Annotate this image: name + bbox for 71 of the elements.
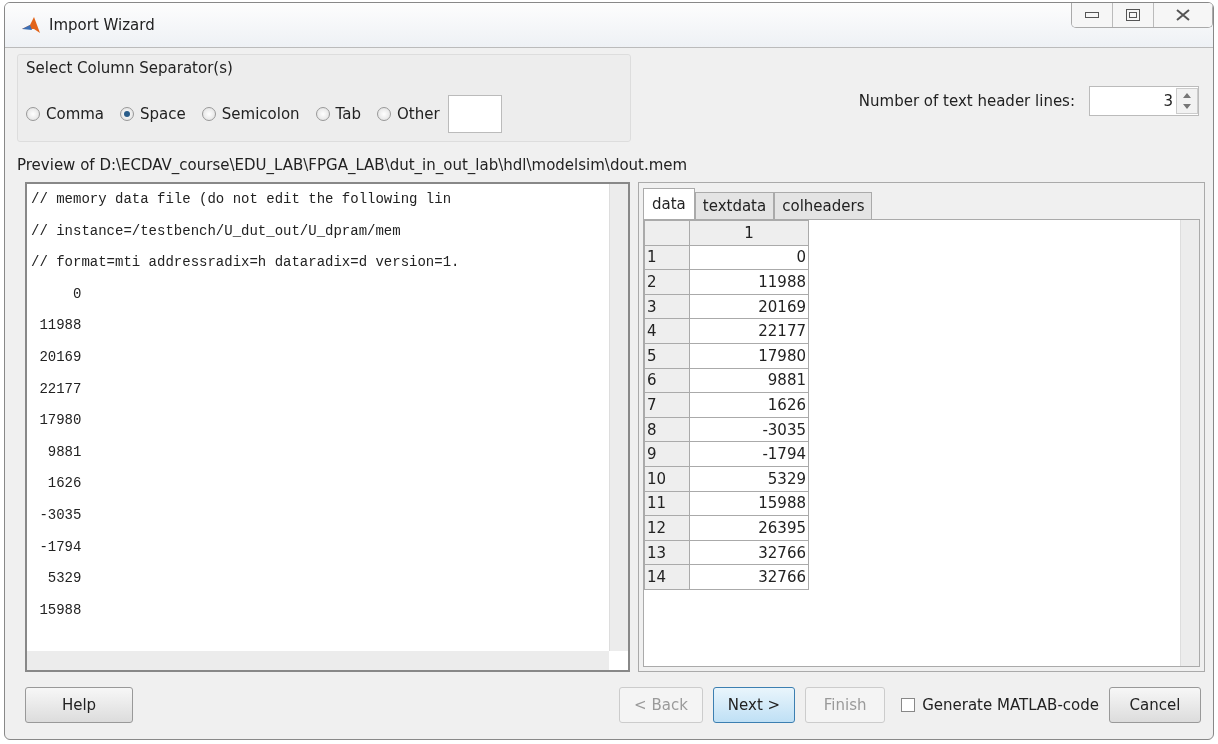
table-cell: 1626 bbox=[689, 392, 809, 418]
preview-line: // instance=/testbench/U_dut_out/U_dpram/mem bbox=[31, 221, 402, 241]
separator-radio[interactable]: Space bbox=[120, 105, 186, 123]
header-lines-label: Number of text header lines: bbox=[858, 92, 1075, 110]
preview-line: // memory data file (do not edit the following lin bbox=[31, 190, 453, 209]
preview-line: 15988 bbox=[38, 600, 83, 620]
row-header: 1 bbox=[644, 245, 690, 270]
group-title: Select Column Separator(s) bbox=[26, 59, 234, 77]
preview-line: // format=mti addressradix=h dataradix=d version=1. bbox=[31, 253, 461, 273]
separator-radio[interactable]: Tab bbox=[315, 105, 361, 123]
table-cell: 15988 bbox=[689, 491, 809, 516]
row-header: 12 bbox=[644, 515, 690, 541]
row-header: 14 bbox=[644, 564, 690, 590]
preview-line: 20169 bbox=[38, 347, 83, 367]
preview-line: 17980 bbox=[38, 411, 83, 431]
preview-line: 11988 bbox=[38, 316, 83, 336]
window-title: Import Wizard bbox=[49, 16, 155, 34]
preview-line: -3035 bbox=[38, 505, 83, 525]
table-cell: 32766 bbox=[689, 564, 809, 590]
preview-line: 22177 bbox=[38, 379, 83, 399]
app-logo-icon bbox=[21, 16, 41, 34]
table-cell: 11988 bbox=[689, 269, 809, 295]
table-cell: 26395 bbox=[689, 515, 809, 541]
preview-line: 9881 bbox=[46, 442, 83, 462]
table-cell: 9881 bbox=[689, 368, 809, 393]
table-cell: 32766 bbox=[689, 540, 809, 565]
preview-line: 5329 bbox=[46, 569, 83, 589]
separator-radio[interactable]: Semicolon bbox=[201, 105, 300, 123]
separator-radio[interactable]: Comma bbox=[26, 105, 105, 123]
preview-line: -1794 bbox=[38, 537, 83, 557]
row-header: 9 bbox=[644, 441, 690, 467]
table-cell: 17980 bbox=[689, 343, 809, 369]
vertical-scrollbar[interactable] bbox=[1180, 220, 1199, 666]
horizontal-scrollbar[interactable] bbox=[27, 651, 609, 670]
help-button[interactable]: Help bbox=[25, 687, 133, 723]
row-header: 4 bbox=[644, 318, 690, 344]
table-cell: 5329 bbox=[689, 466, 809, 492]
maximize-icon bbox=[1126, 9, 1140, 21]
separator-radio[interactable]: Other bbox=[377, 105, 440, 123]
row-header: 10 bbox=[644, 466, 690, 492]
row-header: 13 bbox=[644, 540, 690, 565]
cancel-button[interactable]: Cancel bbox=[1109, 687, 1201, 723]
row-header: 5 bbox=[644, 343, 690, 369]
vertical-scrollbar[interactable] bbox=[609, 184, 628, 651]
table-cell: 22177 bbox=[689, 318, 809, 344]
row-header: 2 bbox=[644, 269, 690, 295]
maximize-button[interactable] bbox=[1112, 3, 1153, 27]
tab[interactable]: textdata bbox=[694, 192, 775, 219]
column-header: 1 bbox=[689, 220, 809, 246]
table-cell: -1794 bbox=[689, 441, 809, 467]
close-button[interactable] bbox=[1153, 3, 1212, 27]
tab[interactable]: data bbox=[643, 188, 695, 219]
row-header: 8 bbox=[644, 417, 690, 442]
row-header: 6 bbox=[644, 368, 690, 393]
preview-line: 0 bbox=[72, 284, 83, 304]
row-header: 11 bbox=[644, 491, 690, 516]
header-lines-spinner[interactable]: 3 bbox=[1089, 86, 1199, 116]
tab[interactable]: colheaders bbox=[774, 192, 873, 219]
table-cell: 0 bbox=[689, 245, 809, 270]
row-header: 7 bbox=[644, 392, 690, 418]
minimize-icon bbox=[1085, 12, 1099, 18]
other-separator-field[interactable] bbox=[447, 95, 502, 133]
spinner-arrows-icon bbox=[1176, 88, 1198, 114]
table-cell: -3035 bbox=[689, 417, 809, 442]
preview-path-label: Preview of D:\ECDAV_course\EDU_LAB\FPGA_LAB\dut_in_out_lab\hdl\modelsim\dout.mem bbox=[17, 156, 689, 174]
preview-line: 1626 bbox=[46, 474, 83, 494]
row-header: 3 bbox=[644, 294, 690, 319]
wizard-nav-button[interactable]: Next > bbox=[712, 687, 796, 723]
close-icon bbox=[1176, 9, 1190, 21]
minimize-button[interactable] bbox=[1072, 3, 1112, 27]
table-cell: 20169 bbox=[689, 294, 809, 319]
